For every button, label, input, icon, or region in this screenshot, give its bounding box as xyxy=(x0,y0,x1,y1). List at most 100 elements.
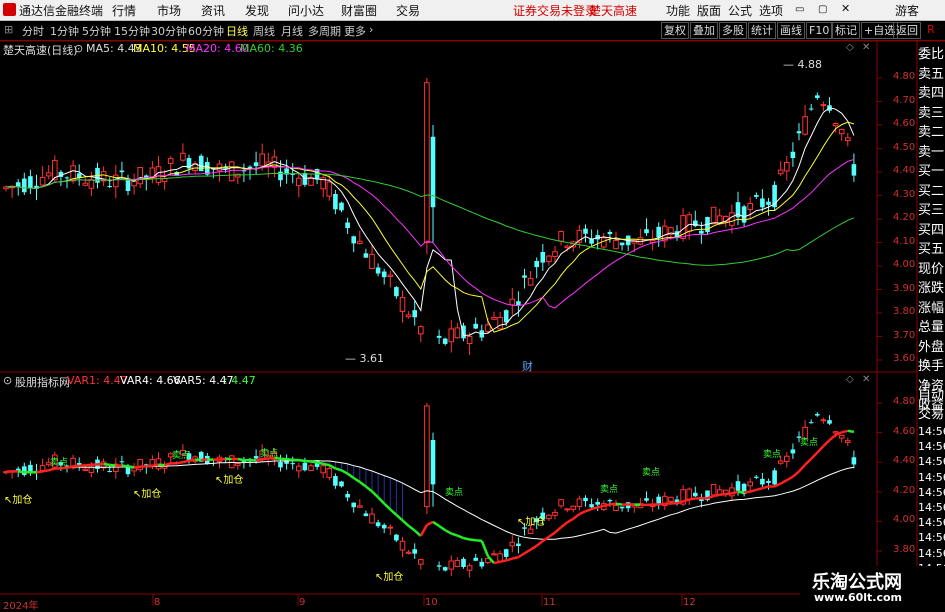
main-candle xyxy=(528,278,533,285)
side-item: 委比 xyxy=(918,45,945,65)
main-y-tick: 4.10 xyxy=(893,236,915,247)
sub-candle xyxy=(766,481,771,483)
date-label-aug: 8 xyxy=(154,597,160,608)
signal-jiacang: ↖加仓 xyxy=(133,487,161,500)
main-candle xyxy=(181,153,186,160)
var1-segment xyxy=(586,509,592,511)
var1-segment xyxy=(750,490,756,492)
var1-segment xyxy=(342,470,348,473)
main-candle xyxy=(394,287,399,296)
var1-segment xyxy=(427,522,433,525)
kline-chart[interactable]: — 4.88— 3.61财↖加仓↖加仓↖加仓↖加仓↖加仓卖点卖点卖点卖点卖点卖点… xyxy=(0,0,945,609)
sub-candle xyxy=(571,506,576,509)
sub-candle xyxy=(297,466,302,471)
var1-segment xyxy=(146,466,152,467)
sub-candle xyxy=(620,507,625,509)
var1-segment xyxy=(659,504,665,505)
main-candle xyxy=(687,215,692,232)
var1-segment xyxy=(714,495,720,496)
main-candle xyxy=(504,310,509,322)
main-candle xyxy=(351,236,356,243)
main-candle xyxy=(498,317,503,328)
var1-segment xyxy=(579,511,585,514)
sub-candle xyxy=(461,559,466,567)
sub-candle xyxy=(333,476,338,486)
main-candle xyxy=(107,186,112,187)
sub-candle xyxy=(473,558,478,561)
side-item: 总量 xyxy=(918,318,945,338)
sub-candle xyxy=(278,462,283,467)
signal-maidian: 卖点 xyxy=(600,484,618,495)
side-item: 卖四 xyxy=(918,84,945,104)
low-marker: — 3.61 xyxy=(345,352,384,365)
main-candle xyxy=(760,198,765,207)
main-candle xyxy=(803,117,808,134)
sub-candle xyxy=(565,509,570,510)
main-candle xyxy=(821,105,826,106)
signal-maidian: 卖点 xyxy=(763,449,781,460)
sub-candle xyxy=(437,565,442,566)
main-candle xyxy=(370,254,375,268)
sub-candle xyxy=(809,422,814,423)
sub-candle xyxy=(309,466,314,471)
marker-cai: 财 xyxy=(522,359,533,373)
sub-candle xyxy=(833,432,838,433)
var1-segment xyxy=(348,474,354,478)
var1-segment xyxy=(421,525,427,536)
var1-segment xyxy=(817,446,823,452)
var1-segment xyxy=(500,560,506,561)
main-candle xyxy=(278,172,283,181)
var1-segment xyxy=(793,471,799,476)
var1-segment xyxy=(506,559,512,561)
var1-segment xyxy=(689,499,695,500)
main-candle xyxy=(644,229,649,233)
side-item: 买二 xyxy=(918,182,945,202)
sub-candle xyxy=(431,440,436,484)
sub-candle xyxy=(406,552,411,553)
sub-candle xyxy=(132,468,137,471)
var1-segment xyxy=(134,467,140,468)
main-candle xyxy=(583,229,588,234)
var1-segment xyxy=(256,459,262,460)
main-candle xyxy=(778,170,783,174)
main-candle xyxy=(693,221,698,227)
date-label-2024: 2024年 xyxy=(3,597,38,612)
main-candle xyxy=(327,182,332,196)
main-y-tick: 4.60 xyxy=(893,118,915,129)
var1-segment xyxy=(220,459,226,460)
sub-candle xyxy=(449,561,454,569)
sub-candle xyxy=(852,457,857,464)
sub-candle xyxy=(608,500,613,501)
date-label-nov: 11 xyxy=(543,597,556,608)
var1-segment xyxy=(354,478,360,482)
var1-segment xyxy=(573,514,579,519)
var1-segment xyxy=(433,522,439,526)
sub-y-tick: 4.80 xyxy=(893,396,915,407)
side-item: 买一 xyxy=(918,162,945,182)
main-candle xyxy=(254,162,259,166)
sub-candle xyxy=(656,497,661,504)
main-y-tick: 3.90 xyxy=(893,283,915,294)
date-label-oct: 10 xyxy=(425,597,438,608)
main-candle xyxy=(797,131,802,133)
var1-segment xyxy=(396,515,402,520)
var1-segment xyxy=(49,469,55,471)
var1-segment xyxy=(439,526,445,530)
side-bottom-item: 14:56 xyxy=(918,500,945,515)
main-candle xyxy=(156,167,161,183)
main-candle xyxy=(28,176,33,188)
var1-segment xyxy=(805,459,811,465)
sub-candle xyxy=(760,479,765,485)
sub-candle xyxy=(827,420,832,423)
main-candle xyxy=(541,252,546,263)
sub-candle xyxy=(492,554,497,555)
sub-candle xyxy=(236,464,241,466)
side-item: 卖二 xyxy=(918,123,945,143)
sub-candle xyxy=(559,500,564,506)
var1-segment xyxy=(567,519,573,523)
side-item: 涨跌 xyxy=(918,279,945,299)
main-candle xyxy=(425,83,430,243)
var1-segment xyxy=(610,504,616,505)
main-candle xyxy=(467,336,472,343)
sub-candle xyxy=(303,463,308,470)
